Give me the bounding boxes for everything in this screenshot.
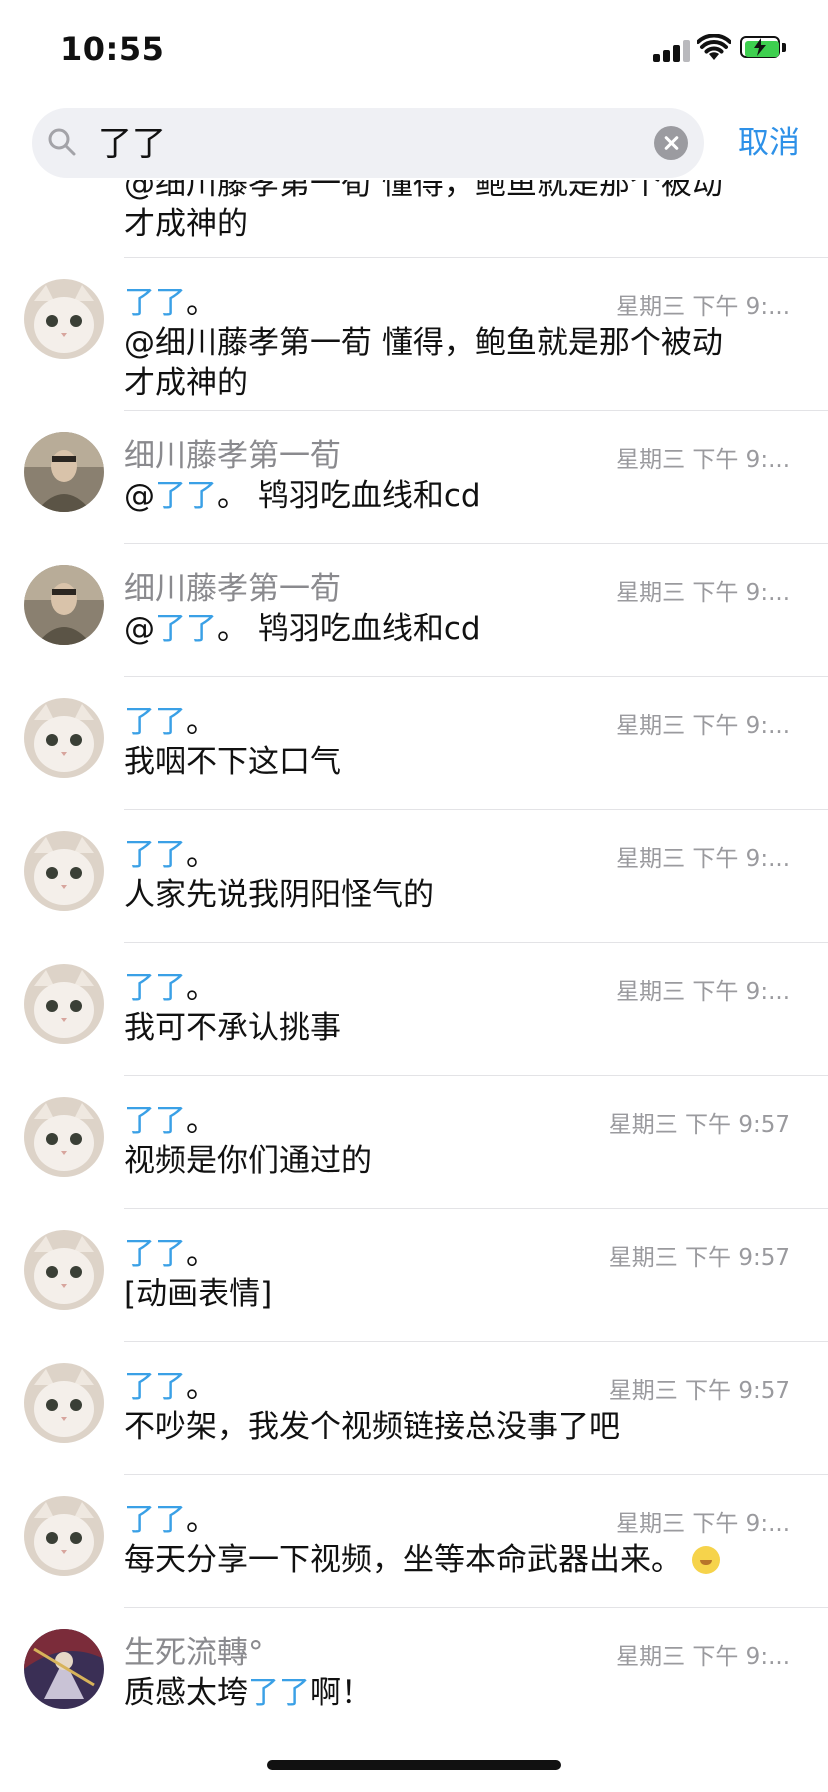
message-time: 星期三 下午 9:...	[616, 1511, 790, 1537]
sender-name: 了了。	[124, 1236, 217, 1272]
list-item[interactable]: 了了。 星期三 下午 9:... 每天分享一下视频，坐等本命武器出来。	[0, 1474, 828, 1607]
search-icon	[48, 128, 76, 156]
message-time: 星期三 下午 9:...	[616, 713, 790, 739]
sender-name: 了了。	[124, 704, 217, 740]
avatar[interactable]	[24, 1496, 104, 1576]
message-text: @了了。 鸨羽吃血线和cd	[124, 611, 481, 647]
search-results-list[interactable]: @细川藤孝第一荀 懂得，鲍鱼就是那个被动 才成神的 了了。 星期三 下午 9:.…	[0, 180, 828, 1760]
sender-name: 了了。	[124, 1502, 217, 1538]
search-input[interactable]	[96, 108, 620, 180]
message-time: 星期三 下午 9:57	[608, 1112, 790, 1138]
list-item[interactable]: 了了。 星期三 下午 9:... @细川藤孝第一荀 懂得，鲍鱼就是那个被动 才成…	[0, 257, 828, 410]
message-text: @细川藤孝第一荀 懂得，鲍鱼就是那个被动	[124, 325, 723, 361]
avatar[interactable]	[24, 1097, 104, 1177]
list-item[interactable]: 了了。 星期三 下午 9:57 不吵架，我发个视频链接总没事了吧	[0, 1341, 828, 1474]
avatar[interactable]	[24, 831, 104, 911]
message-time: 星期三 下午 9:...	[616, 846, 790, 872]
sender-name: 了了。	[124, 837, 217, 873]
cellular-signal-icon	[653, 38, 691, 62]
message-time: 星期三 下午 9:...	[616, 447, 790, 473]
message-text-line2: 才成神的	[124, 365, 248, 401]
list-item[interactable]: 细川藤孝第一荀 星期三 下午 9:... @了了。 鸨羽吃血线和cd	[0, 543, 828, 676]
message-time: 星期三 下午 9:57	[608, 1378, 790, 1404]
message-text: 质感太垮了了啊！	[124, 1675, 372, 1711]
message-time: 星期三 下午 9:...	[616, 294, 790, 320]
list-item[interactable]: 生死流轉° 星期三 下午 9:... 质感太垮了了啊！	[0, 1607, 828, 1740]
avatar[interactable]	[24, 279, 104, 359]
list-item[interactable]: 了了。 星期三 下午 9:57 [动画表情]	[0, 1208, 828, 1341]
avatar[interactable]	[24, 1629, 104, 1709]
avatar[interactable]	[24, 432, 104, 512]
sender-name: 了了。	[124, 285, 217, 321]
sender-name: 细川藤孝第一荀	[124, 438, 341, 474]
sender-name: 了了。	[124, 970, 217, 1006]
message-time: 星期三 下午 9:57	[608, 1245, 790, 1271]
message-text: 不吵架，我发个视频链接总没事了吧	[124, 1409, 620, 1445]
search-bar	[32, 108, 704, 180]
message-text: 我可不承认挑事	[124, 1010, 341, 1046]
list-item[interactable]: 了了。 星期三 下午 9:... 我可不承认挑事	[0, 942, 828, 1075]
truncated-message-line: 才成神的	[124, 206, 248, 242]
message-text: @了了。 鸨羽吃血线和cd	[124, 478, 481, 514]
message-time: 星期三 下午 9:...	[616, 1644, 790, 1670]
sender-name: 细川藤孝第一荀	[124, 571, 341, 607]
avatar[interactable]	[24, 1230, 104, 1310]
message-text: [动画表情]	[124, 1276, 273, 1312]
avatar[interactable]	[24, 698, 104, 778]
message-text: 我咽不下这口气	[124, 744, 341, 780]
emoji-icon	[692, 1546, 720, 1574]
clear-search-button[interactable]	[654, 126, 688, 160]
message-time: 星期三 下午 9:...	[616, 979, 790, 1005]
message-text: 每天分享一下视频，坐等本命武器出来。	[124, 1534, 720, 1579]
message-text: 人家先说我阴阳怪气的	[124, 877, 434, 913]
avatar[interactable]	[24, 565, 104, 645]
battery-charging-icon	[740, 36, 788, 60]
list-item[interactable]: 了了。 星期三 下午 9:57 视频是你们通过的	[0, 1075, 828, 1208]
sender-name: 了了。	[124, 1369, 217, 1405]
cancel-button[interactable]: 取消	[738, 108, 800, 178]
list-item[interactable]: 了了。 星期三 下午 9:... 人家先说我阴阳怪气的	[0, 809, 828, 942]
sender-name: 了了。	[124, 1103, 217, 1139]
message-text: 视频是你们通过的	[124, 1143, 372, 1179]
list-item[interactable]: 了了。 星期三 下午 9:... 我咽不下这口气	[0, 676, 828, 809]
avatar[interactable]	[24, 964, 104, 1044]
wifi-icon	[697, 34, 731, 60]
list-item[interactable]: 细川藤孝第一荀 星期三 下午 9:... @了了。 鸨羽吃血线和cd	[0, 410, 828, 543]
avatar[interactable]	[24, 1363, 104, 1443]
status-bar: 10:55	[0, 0, 828, 100]
sender-name: 生死流轉°	[124, 1635, 264, 1671]
status-time: 10:55	[60, 30, 165, 68]
message-time: 星期三 下午 9:...	[616, 580, 790, 606]
home-indicator[interactable]	[267, 1760, 561, 1770]
